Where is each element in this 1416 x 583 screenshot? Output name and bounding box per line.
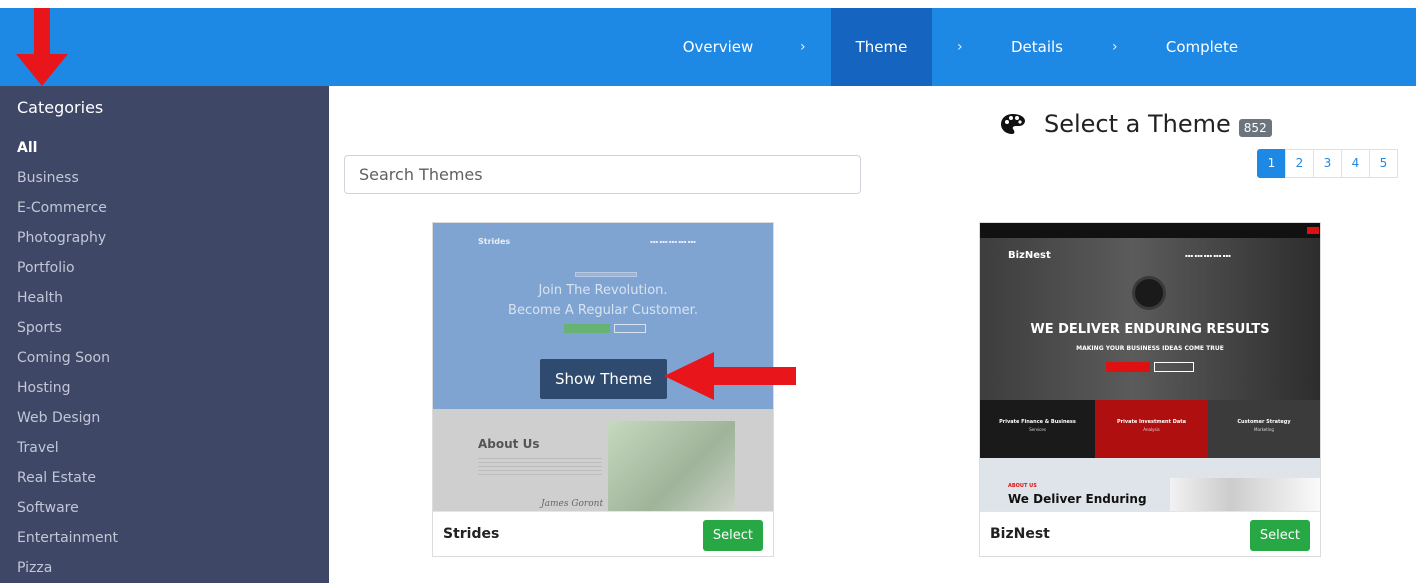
preview-topbar-button [1307, 227, 1319, 234]
preview-headline-2: Become A Regular Customer. [508, 303, 698, 318]
step-details[interactable]: Details [990, 8, 1084, 86]
preview-button-secondary [614, 324, 646, 333]
preview-button-primary [564, 324, 610, 333]
page-2[interactable]: 2 [1285, 149, 1314, 178]
preview-pill [575, 272, 637, 277]
page-5[interactable]: 5 [1369, 149, 1398, 178]
preview-box: Customer Strategy Marketing [1208, 400, 1320, 458]
category-hosting[interactable]: Hosting [17, 380, 71, 396]
page-3[interactable]: 3 [1313, 149, 1342, 178]
preview-box-title: Private Investment Data [1116, 419, 1187, 425]
card-footer: Strides Select [433, 511, 773, 557]
preview-about-heading: We Deliver Enduring [1008, 492, 1147, 506]
category-web-design[interactable]: Web Design [17, 410, 100, 426]
preview-button-secondary [1154, 362, 1194, 372]
preview-about-label: ABOUT US [1008, 483, 1037, 489]
sidebar-title: Categories [17, 98, 104, 117]
preview-photo [608, 421, 735, 511]
theme-preview-biznest[interactable]: BizNest ▪▪▪ ▪▪▪ ▪▪▪ ▪▪▪ ▪▪▪ WE DELIVER E… [980, 223, 1320, 511]
preview-box-sub: Services [1029, 427, 1046, 432]
category-all[interactable]: All [17, 140, 37, 156]
preview-about: About Us James Goront [433, 409, 773, 511]
preview-box-title: Customer Strategy [1237, 419, 1291, 425]
theme-card-biznest[interactable]: BizNest ▪▪▪ ▪▪▪ ▪▪▪ ▪▪▪ ▪▪▪ WE DELIVER E… [979, 222, 1321, 557]
preview-topbar [980, 223, 1320, 238]
search-themes-input[interactable] [344, 155, 861, 194]
category-portfolio[interactable]: Portfolio [17, 260, 75, 276]
step-separator: › [957, 39, 963, 55]
category-pizza[interactable]: Pizza [17, 560, 52, 576]
preview-about-title: About Us [478, 437, 540, 451]
preview-hero [980, 238, 1320, 400]
category-coming-soon[interactable]: Coming Soon [17, 350, 110, 366]
category-photography[interactable]: Photography [17, 230, 106, 246]
page-1[interactable]: 1 [1257, 149, 1286, 178]
preview-box-sub: Marketing [1254, 427, 1274, 432]
category-e-commerce[interactable]: E-Commerce [17, 200, 107, 216]
preview-button-primary [1106, 362, 1150, 372]
step-separator: › [1112, 39, 1118, 55]
category-travel[interactable]: Travel [17, 440, 59, 456]
annotation-down-arrow-icon [16, 8, 68, 86]
preview-box: Private Investment Data Analysis [1095, 400, 1208, 458]
page-title: Select a Theme 852 [1000, 108, 1272, 140]
preview-headline: WE DELIVER ENDURING RESULTS [1030, 322, 1270, 337]
palette-icon [1001, 114, 1025, 134]
theme-wizard-page: Overview › Theme › Details › Complete Ca… [0, 0, 1416, 583]
category-health[interactable]: Health [17, 290, 63, 306]
wizard-navbar: Overview › Theme › Details › Complete [0, 8, 1416, 86]
preview-signature: James Goront [541, 499, 604, 509]
theme-name: Strides [443, 526, 500, 542]
annotation-left-arrow-icon [664, 352, 796, 400]
select-button-strides[interactable]: Select [702, 520, 763, 551]
pagination: 1 2 3 4 5 [1257, 149, 1398, 178]
preview-nav: ▪▪▪ ▪▪▪ ▪▪▪ ▪▪▪ ▪▪▪ [1185, 253, 1231, 258]
theme-count-badge: 852 [1238, 119, 1272, 137]
preview-office-photo [1170, 478, 1320, 511]
step-complete[interactable]: Complete [1148, 8, 1256, 86]
category-sports[interactable]: Sports [17, 320, 62, 336]
category-software[interactable]: Software [17, 500, 79, 516]
step-overview[interactable]: Overview [664, 8, 772, 86]
card-footer: BizNest Select [980, 511, 1320, 557]
page-4[interactable]: 4 [1341, 149, 1370, 178]
preview-logo [1132, 276, 1166, 310]
preview-box-title: Private Finance & Business [999, 419, 1076, 425]
page-title-text: Select a Theme [1044, 110, 1231, 138]
step-theme[interactable]: Theme [831, 8, 932, 86]
preview-brand: BizNest [1008, 250, 1051, 261]
category-real-estate[interactable]: Real Estate [17, 470, 96, 486]
show-theme-button[interactable]: Show Theme [540, 359, 667, 399]
step-separator: › [800, 39, 806, 55]
categories-sidebar: Categories All Business E-Commerce Photo… [0, 86, 329, 583]
top-strip [0, 0, 1416, 8]
preview-headline-1: Join The Revolution. [538, 283, 668, 298]
preview-box-sub: Analysis [1143, 427, 1160, 432]
theme-name: BizNest [990, 526, 1050, 542]
preview-subheadline: MAKING YOUR BUSINESS IDEAS COME TRUE [1076, 345, 1224, 352]
category-business[interactable]: Business [17, 170, 79, 186]
preview-brand: Strides [478, 237, 511, 246]
preview-nav: ▪▪▪ ▪▪▪ ▪▪▪ ▪▪▪ ▪▪▪ [650, 239, 696, 244]
select-button-biznest[interactable]: Select [1249, 520, 1310, 551]
category-entertainment[interactable]: Entertainment [17, 530, 118, 546]
preview-about-text [478, 455, 602, 477]
preview-box: Private Finance & Business Services [980, 400, 1095, 458]
